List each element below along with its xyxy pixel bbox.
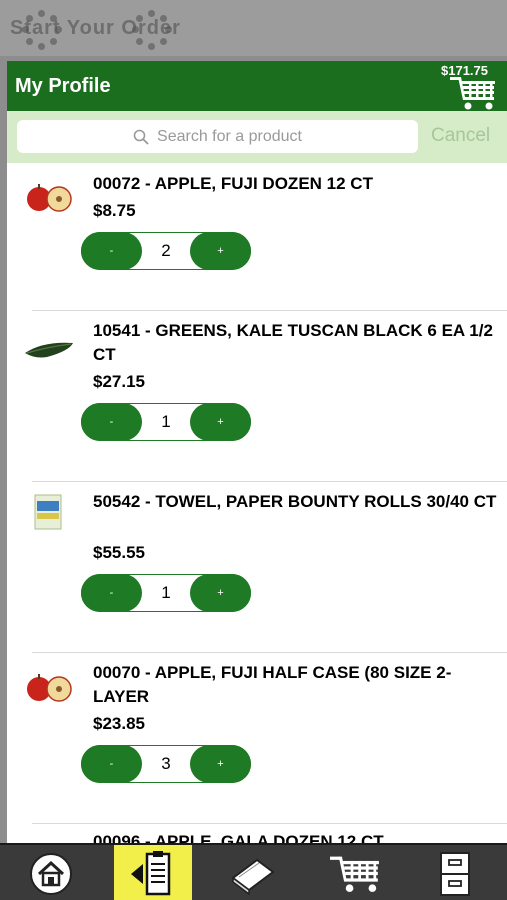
quantity-value[interactable]: 2 bbox=[143, 241, 189, 261]
product-price: $27.15 bbox=[93, 372, 145, 391]
page-title: My Profile bbox=[15, 75, 111, 97]
product-price: $8.75 bbox=[93, 201, 136, 220]
cancel-button[interactable]: Cancel bbox=[431, 125, 490, 147]
list-item: 00072 - APPLE, FUJI DOZEN 12 CT $8.75 - … bbox=[7, 163, 507, 311]
increment-button[interactable]: + bbox=[190, 574, 251, 612]
book-icon bbox=[231, 858, 275, 895]
search-input[interactable]: Search for a product bbox=[17, 120, 418, 153]
tab-bar bbox=[0, 843, 507, 900]
search-placeholder: Search for a product bbox=[157, 127, 302, 145]
product-name: 50542 - TOWEL, PAPER BOUNTY ROLLS 30/40 … bbox=[93, 492, 497, 511]
list-item: 10541 - GREENS, KALE TUSCAN BLACK 6 EA 1… bbox=[7, 311, 507, 482]
quantity-stepper: - 3 + bbox=[81, 745, 251, 783]
decrement-button[interactable]: - bbox=[81, 745, 142, 783]
quantity-stepper: - 1 + bbox=[81, 574, 251, 612]
clipboard-icon bbox=[131, 850, 171, 895]
product-name: 00096 - APPLE, GALA DOZEN 12 CT bbox=[93, 832, 384, 843]
tab-history[interactable] bbox=[416, 845, 494, 900]
list-item: 50542 - TOWEL, PAPER BOUNTY ROLLS 30/40 … bbox=[7, 482, 507, 653]
tab-catalog[interactable] bbox=[214, 845, 292, 900]
list-item: 00096 - APPLE, GALA DOZEN 12 CT bbox=[7, 824, 507, 843]
tab-cart[interactable] bbox=[316, 845, 394, 900]
increment-button[interactable]: + bbox=[190, 232, 251, 270]
decrement-button[interactable]: - bbox=[81, 232, 142, 270]
decrement-button[interactable]: - bbox=[81, 574, 142, 612]
tab-home[interactable] bbox=[12, 845, 90, 900]
tab-order-list[interactable] bbox=[114, 845, 192, 900]
product-list: 00072 - APPLE, FUJI DOZEN 12 CT $8.75 - … bbox=[7, 163, 507, 843]
loading-spinner-icon bbox=[22, 10, 62, 50]
modal-header: My Profile $171.75 bbox=[7, 61, 507, 111]
quantity-value[interactable]: 1 bbox=[143, 583, 189, 603]
list-item: 00070 - APPLE, FUJI HALF CASE (80 SIZE 2… bbox=[7, 653, 507, 824]
background-page-title: Start Your Order bbox=[0, 0, 507, 56]
home-icon bbox=[30, 852, 72, 895]
increment-button[interactable]: + bbox=[190, 403, 251, 441]
product-price: $23.85 bbox=[93, 714, 145, 733]
cart-icon[interactable] bbox=[450, 75, 496, 111]
paper-towel-icon bbox=[34, 494, 62, 530]
product-name: 00072 - APPLE, FUJI DOZEN 12 CT bbox=[93, 174, 373, 193]
search-icon bbox=[133, 129, 149, 145]
product-name: 00070 - APPLE, FUJI HALF CASE (80 SIZE 2… bbox=[93, 663, 452, 706]
decrement-button[interactable]: - bbox=[81, 403, 142, 441]
loading-spinner-icon bbox=[132, 10, 172, 50]
search-bar: Search for a product Cancel bbox=[7, 111, 507, 163]
cart-icon bbox=[330, 856, 379, 892]
profile-modal: My Profile $171.75 Search for a product … bbox=[7, 61, 507, 843]
quantity-stepper: - 1 + bbox=[81, 403, 251, 441]
file-cabinet-icon bbox=[440, 851, 470, 896]
increment-button[interactable]: + bbox=[190, 745, 251, 783]
quantity-value[interactable]: 3 bbox=[143, 754, 189, 774]
product-name: 10541 - GREENS, KALE TUSCAN BLACK 6 EA 1… bbox=[93, 321, 493, 364]
quantity-value[interactable]: 1 bbox=[143, 412, 189, 432]
quantity-stepper: - 2 + bbox=[81, 232, 251, 270]
apple-icon bbox=[27, 184, 72, 212]
product-price: $55.55 bbox=[93, 543, 145, 562]
apple-icon bbox=[27, 674, 72, 702]
kale-icon bbox=[25, 342, 73, 358]
